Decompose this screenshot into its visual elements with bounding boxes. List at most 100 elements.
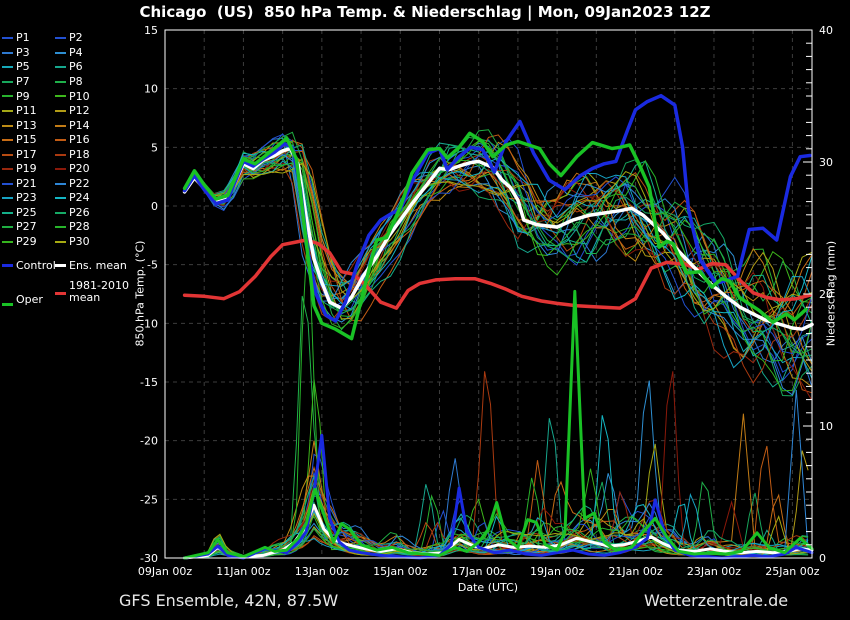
legend-label: P9 bbox=[16, 91, 30, 103]
x-tick-label: 11Jan 00z bbox=[216, 565, 270, 578]
legend-item-p18: P18 bbox=[55, 149, 133, 161]
legend-swatch bbox=[2, 66, 13, 68]
legend-row: P29 P30 bbox=[2, 235, 134, 250]
legend-item-p16: P16 bbox=[55, 134, 133, 146]
footer-model-info: GFS Ensemble, 42N, 87.5W bbox=[119, 591, 338, 610]
legend-item-p7: P7 bbox=[2, 76, 55, 88]
legend-label: P23 bbox=[16, 192, 37, 204]
x-tick-label: 09Jan 00z bbox=[138, 565, 192, 578]
legend-swatch bbox=[2, 37, 13, 39]
legend-swatch bbox=[55, 139, 66, 141]
legend-label: 1981-2010 mean bbox=[69, 280, 131, 304]
legend-swatch bbox=[55, 226, 66, 228]
legend-label: P3 bbox=[16, 47, 30, 59]
member-precip-P20 bbox=[185, 371, 809, 558]
x-tick-label: 19Jan 00z bbox=[530, 565, 584, 578]
legend-item-p12: P12 bbox=[55, 105, 133, 117]
legend-item-p19: P19 bbox=[2, 163, 55, 175]
legend-label: P21 bbox=[16, 178, 37, 190]
legend-item-p25: P25 bbox=[2, 207, 55, 219]
left-tick-label: 10 bbox=[144, 83, 158, 96]
legend-item-p24: P24 bbox=[55, 192, 133, 204]
legend-label: P16 bbox=[69, 134, 90, 146]
legend-swatch bbox=[2, 154, 13, 156]
legend-label: Control bbox=[16, 260, 55, 272]
legend-swatch bbox=[2, 212, 13, 214]
legend-label: P10 bbox=[69, 91, 90, 103]
legend-item-p8: P8 bbox=[55, 76, 133, 88]
legend-label: P29 bbox=[16, 236, 37, 248]
x-tick-label: 13Jan 00z bbox=[295, 565, 349, 578]
legend-swatch bbox=[55, 154, 66, 156]
legend-item-p6: P6 bbox=[55, 61, 133, 73]
legend-label: P30 bbox=[69, 236, 90, 248]
legend-item-p1: P1 bbox=[2, 32, 55, 44]
legend-row: P19 P20 bbox=[2, 162, 134, 177]
member-temp-P20 bbox=[185, 155, 812, 400]
legend-label: P1 bbox=[16, 32, 30, 44]
legend-swatch bbox=[2, 226, 13, 228]
x-tick-label: 23Jan 00z bbox=[687, 565, 741, 578]
legend-swatch bbox=[2, 81, 13, 83]
legend-swatch bbox=[55, 66, 66, 68]
legend-item-p2: P2 bbox=[55, 32, 133, 44]
legend-label: P22 bbox=[69, 178, 90, 190]
legend-row: P5 P6 bbox=[2, 60, 134, 75]
meteogram-page: Chicago (US) 850 hPa Temp. & Niederschla… bbox=[0, 0, 850, 620]
legend-label: P8 bbox=[69, 76, 83, 88]
legend-swatch bbox=[55, 241, 66, 243]
legend-swatch bbox=[55, 37, 66, 39]
legend-swatch bbox=[2, 110, 13, 112]
legend-swatch bbox=[55, 52, 66, 54]
legend-row: P1 P2 bbox=[2, 31, 134, 46]
legend-label: P13 bbox=[16, 120, 37, 132]
legend-item-p17: P17 bbox=[2, 149, 55, 161]
legend-members: P1P2P3P4P5P6P7P8P9P10P11P12P13P14P15P16P… bbox=[2, 31, 134, 249]
legend-swatch bbox=[55, 197, 66, 199]
left-tick-label: 5 bbox=[151, 141, 158, 154]
left-tick-label: -25 bbox=[140, 493, 158, 506]
legend-item-ens-mean: Ens. mean bbox=[55, 260, 133, 272]
legend-item-p29: P29 bbox=[2, 236, 55, 248]
legend-label: P19 bbox=[16, 163, 37, 175]
legend-swatch bbox=[55, 264, 66, 267]
legend-label: P24 bbox=[69, 192, 90, 204]
legend-swatch bbox=[2, 95, 13, 97]
left-axis-label: 850 hPa Temp. (°C) bbox=[134, 144, 147, 444]
legend-swatch bbox=[55, 183, 66, 185]
legend-item-p11: P11 bbox=[2, 105, 55, 117]
left-tick-label: -30 bbox=[140, 552, 158, 565]
legend-row: P17 P18 bbox=[2, 147, 134, 162]
legend-swatch bbox=[2, 139, 13, 141]
legend-swatch bbox=[2, 183, 13, 185]
legend-row: P15P16 bbox=[2, 133, 134, 148]
legend-item-p5: P5 bbox=[2, 61, 55, 73]
legend-item-1981-2010-mean: 1981-2010 mean bbox=[55, 280, 133, 304]
left-tick-label: 15 bbox=[144, 24, 158, 37]
legend-swatch bbox=[55, 95, 66, 97]
legend-item-p21: P21 bbox=[2, 178, 55, 190]
legend-row-special: ControlEns. mean bbox=[2, 258, 134, 273]
left-tick-label: -5 bbox=[147, 259, 158, 272]
legend-item-p23: P23 bbox=[2, 192, 55, 204]
legend-label: P14 bbox=[69, 120, 90, 132]
member-temp-P4 bbox=[185, 152, 812, 362]
legend-label: P26 bbox=[69, 207, 90, 219]
legend-row: P21 P22 bbox=[2, 176, 134, 191]
member-precip-P18 bbox=[185, 371, 809, 558]
legend-item-p3: P3 bbox=[2, 47, 55, 59]
legend-swatch bbox=[2, 264, 13, 267]
legend-item-p20: P20 bbox=[55, 163, 133, 175]
legend-label: P27 bbox=[16, 221, 37, 233]
legend-row: P11P12 bbox=[2, 104, 134, 119]
legend-row: P9 P10 bbox=[2, 89, 134, 104]
legend-swatch bbox=[2, 197, 13, 199]
right-tick-label: 0 bbox=[819, 552, 826, 565]
legend-label: P5 bbox=[16, 61, 30, 73]
legend-label: P18 bbox=[69, 149, 90, 161]
legend-item-control: Control bbox=[2, 260, 55, 272]
legend-item-p9: P9 bbox=[2, 91, 55, 103]
x-axis-label: Date (UTC) bbox=[338, 581, 638, 594]
legend-swatch bbox=[2, 303, 13, 306]
legend-item-p27: P27 bbox=[2, 221, 55, 233]
